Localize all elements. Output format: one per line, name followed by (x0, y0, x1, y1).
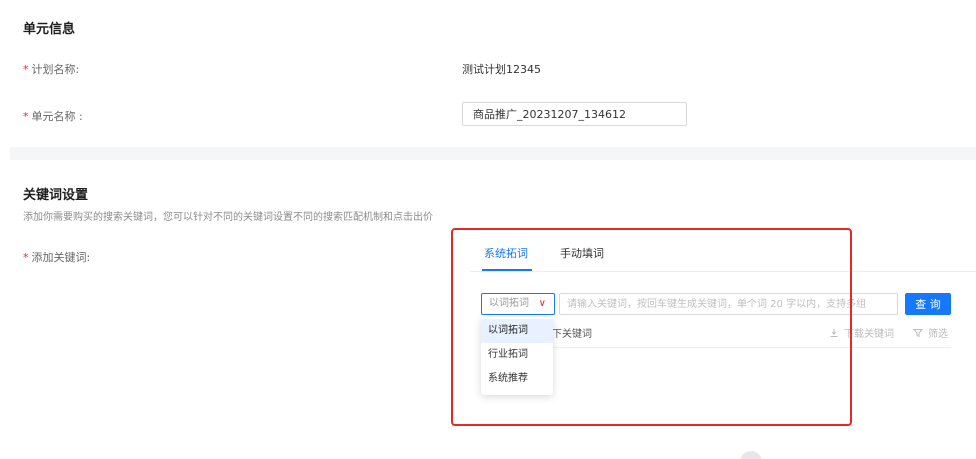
dropdown-option-word-expand[interactable]: 以词拓词 (481, 319, 553, 343)
tab-system-expand[interactable]: 系统拓词 (484, 245, 528, 261)
chevron-down-icon: ∨ (538, 298, 546, 309)
download-keywords-label: 下载关键词 (844, 329, 894, 340)
expand-mode-select-value: 以词拓词 (489, 298, 529, 309)
keyword-table-header: 下关键词 (552, 329, 592, 340)
keyword-settings-title: 关键词设置 (23, 188, 89, 203)
unit-name-label: * 单元名称 : (23, 108, 83, 124)
plan-name-label-text: 计划名称: (31, 63, 80, 76)
required-mark: * (23, 110, 29, 123)
download-icon (830, 329, 838, 337)
unit-name-label-text: 单元名称 : (31, 110, 83, 123)
plan-name-label: * 计划名称: (23, 61, 79, 77)
required-mark: * (23, 251, 29, 264)
tab-manual-fill[interactable]: 手动填词 (560, 245, 604, 261)
add-keyword-label: * 添加关键词: (23, 249, 90, 265)
keyword-settings-description: 添加你需要购买的搜索关键词，您可以针对不同的关键词设置不同的搜索匹配机制和点击出… (23, 212, 433, 223)
dropdown-option-industry-expand[interactable]: 行业拓词 (481, 343, 553, 367)
required-mark: * (23, 63, 29, 76)
unit-name-input[interactable] (462, 102, 687, 126)
unit-info-title: 单元信息 (23, 22, 76, 37)
filter-link[interactable]: 筛选 (912, 325, 948, 340)
filter-icon (912, 329, 924, 338)
expand-mode-select[interactable]: 以词拓词 ∨ (481, 293, 555, 315)
filter-label: 筛选 (928, 329, 948, 340)
add-keyword-label-text: 添加关键词: (31, 251, 91, 264)
keyword-search-input[interactable] (559, 293, 898, 315)
floating-circle (740, 451, 762, 459)
query-button[interactable]: 查 询 (905, 293, 951, 315)
download-keywords-link[interactable]: 下载关键词 (829, 325, 894, 340)
tabs-divider (470, 271, 976, 272)
plan-name-value: 测试计划12345 (462, 63, 541, 76)
expand-mode-dropdown: 以词拓词 行业拓词 系统推荐 (481, 317, 553, 395)
dropdown-option-system-recommend[interactable]: 系统推荐 (481, 367, 553, 391)
section-divider-band (10, 147, 976, 160)
